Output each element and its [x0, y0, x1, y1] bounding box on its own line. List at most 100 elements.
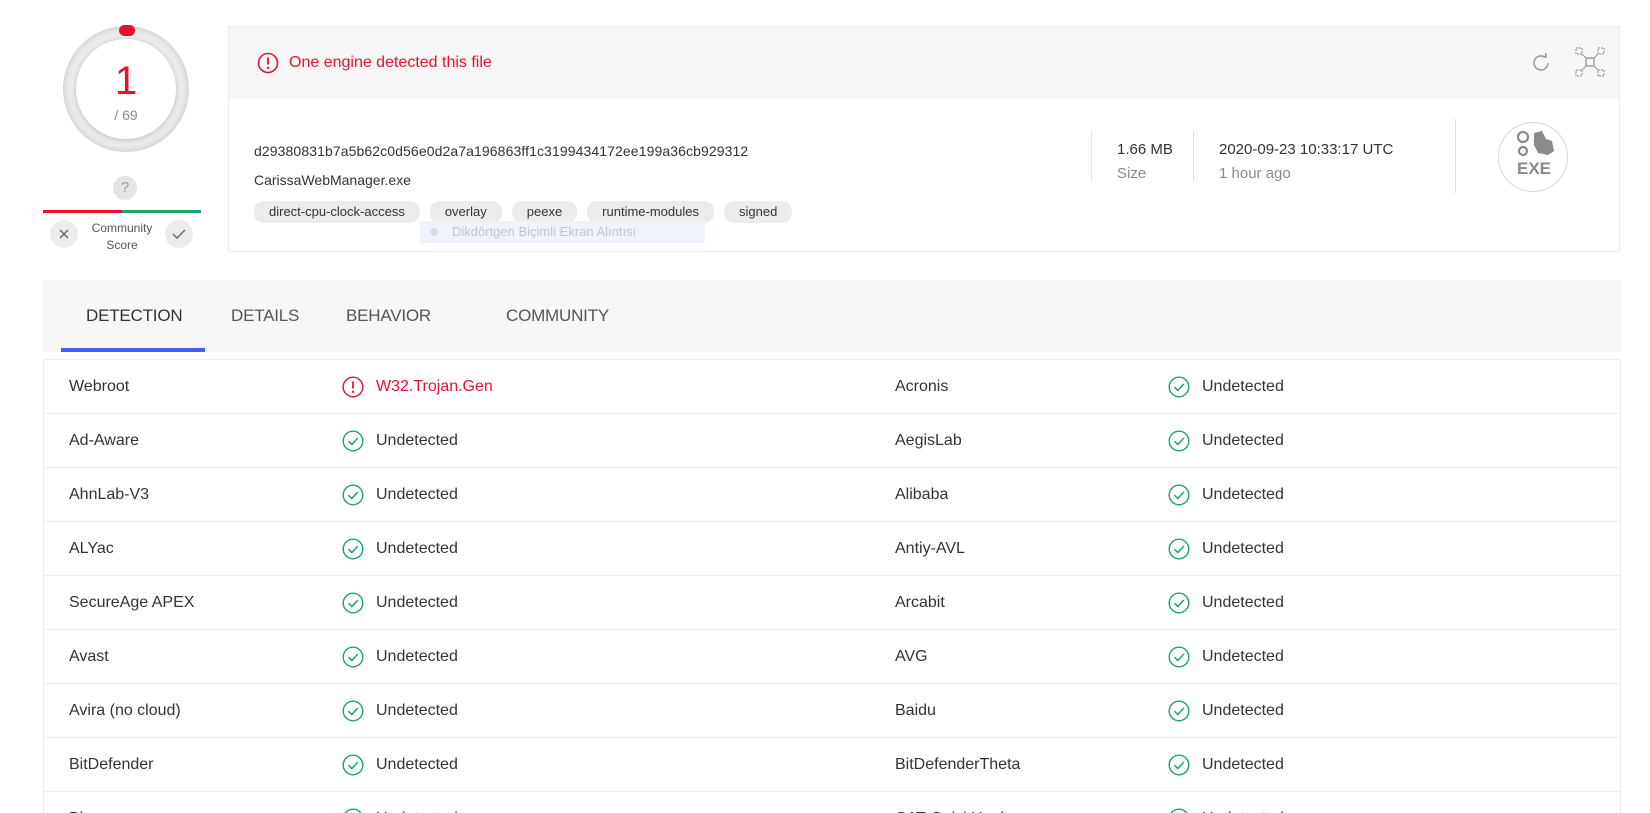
detection-result: Undetected — [342, 684, 458, 738]
detection-result: Undetected — [342, 576, 458, 630]
check-circle-icon — [342, 538, 364, 560]
report-tabs: DETECTION DETAILS BEHAVIOR COMMUNITY — [43, 280, 1621, 352]
tag-peexe[interactable]: peexe — [511, 201, 578, 223]
table-row: AhnLab-V3 Undetected Alibaba Undetected — [44, 468, 1620, 522]
file-name: CarissaWebManager.exe — [254, 172, 411, 188]
snipping-tool-ghost: Dikdörtgen Biçimli Ekran Alıntısı — [420, 221, 705, 243]
analysis-date: 2020-09-23 10:33:17 UTC — [1219, 141, 1394, 158]
detection-result: Undetected — [1168, 468, 1284, 522]
detection-result-text: W32.Trojan.Gen — [376, 378, 493, 395]
vote-harmless-button[interactable] — [165, 220, 193, 248]
engine-name: BitDefenderTheta — [895, 756, 1021, 773]
reanalyze-icon[interactable] — [1529, 51, 1553, 75]
table-row: Ad-Aware Undetected AegisLab Undetected — [44, 414, 1620, 468]
tag-signed[interactable]: signed — [724, 201, 793, 223]
file-hash[interactable]: d29380831b7a5b62c0d56e0d2a7a196863ff1c31… — [254, 143, 748, 159]
engine-name: Alibaba — [895, 486, 949, 503]
detection-result: W32.Trojan.Gen — [342, 360, 493, 414]
detection-result: Undetected — [1168, 414, 1284, 468]
check-circle-icon — [342, 484, 364, 506]
question-icon[interactable]: ? — [113, 176, 137, 200]
detection-result-text: Undetected — [1202, 702, 1284, 719]
engine-name: ALYac — [69, 540, 114, 557]
engine-name: AhnLab-V3 — [69, 486, 150, 503]
detection-result-text: Undetected — [1202, 378, 1284, 395]
graph-view-icon[interactable] — [1575, 47, 1605, 77]
detection-result: Undetected — [1168, 792, 1284, 813]
check-circle-icon — [342, 430, 364, 452]
detection-result-text: Undetected — [376, 702, 458, 719]
detection-result-text: Undetected — [1202, 792, 1284, 813]
tab-community[interactable]: COMMUNITY — [506, 280, 609, 352]
divider — [1455, 119, 1456, 193]
file-type-badge: EXE — [1498, 122, 1568, 192]
detection-score-widget: 1 / 69 ? Community Score — [40, 25, 210, 256]
check-circle-icon — [1168, 484, 1190, 506]
tab-details[interactable]: DETAILS — [231, 280, 299, 352]
engine-name: SecureAge APEX — [69, 594, 195, 611]
file-tags: direct-cpu-clock-access overlay peexe ru… — [254, 201, 793, 223]
detection-result-text: Undetected — [1202, 432, 1284, 449]
detection-result: Undetected — [1168, 684, 1284, 738]
tab-detection[interactable]: DETECTION — [86, 280, 183, 352]
score-circle: 1 / 69 — [76, 39, 176, 139]
table-row: Avira (no cloud) Undetected Baidu Undetecte… — [44, 684, 1620, 738]
detection-result: Undetected — [342, 630, 458, 684]
table-row: SecureAge APEX Undetected Arcabit Undetecte… — [44, 576, 1620, 630]
detection-result-text: Undetected — [1202, 540, 1284, 557]
detection-result: Undetected — [342, 738, 458, 792]
detection-result-text: Undetected — [1202, 648, 1284, 665]
detection-result: Undetected — [1168, 630, 1284, 684]
table-row: Avast Undetected AVG Undetected — [44, 630, 1620, 684]
active-tab-indicator — [61, 348, 205, 352]
check-circle-icon — [342, 700, 364, 722]
analysis-relative-time: 1 hour ago — [1219, 165, 1291, 182]
engine-name: Arcabit — [895, 594, 945, 611]
table-row: Bkav Undetected CAT-QuickHeal Undetected — [44, 792, 1620, 813]
engine-name: BitDefender — [69, 756, 154, 773]
detection-result: Undetected — [1168, 360, 1284, 414]
snipping-tool-ghost-text: Dikdörtgen Biçimli Ekran Alıntısı — [452, 224, 637, 239]
check-circle-icon — [1170, 808, 1188, 813]
engine-name: Acronis — [895, 378, 949, 395]
engine-total: / 69 — [114, 107, 138, 123]
tag-direct-cpu-clock-access[interactable]: direct-cpu-clock-access — [254, 201, 420, 223]
detection-result-text: Undetected — [376, 648, 458, 665]
engine-name: Webroot — [69, 378, 130, 395]
vote-harmful-button[interactable] — [50, 220, 78, 248]
tab-behavior[interactable]: BEHAVIOR — [346, 280, 431, 352]
detection-result: Undetected — [342, 414, 458, 468]
detection-alert-bar: One engine detected this file — [229, 27, 1619, 99]
detection-result: Undetected — [342, 468, 458, 522]
score-indicator-dot — [119, 25, 135, 36]
engine-name: Avira (no cloud) — [69, 702, 181, 719]
check-circle-icon — [1168, 646, 1190, 668]
check-circle-icon — [1168, 538, 1190, 560]
detection-result-text: Undetected — [1202, 594, 1284, 611]
community-score-label: Community Score — [91, 221, 153, 252]
tag-runtime-modules[interactable]: runtime-modules — [587, 201, 714, 223]
detection-result: Undetected — [1168, 738, 1284, 792]
detection-result: Undetected — [1168, 522, 1284, 576]
check-circle-icon — [1168, 592, 1190, 614]
tag-overlay[interactable]: overlay — [429, 201, 502, 223]
engine-name: Antiy-AVL — [895, 540, 965, 557]
detection-result-text: Undetected — [376, 486, 458, 503]
detection-count: 1 — [114, 59, 138, 103]
snip-dot-icon — [430, 228, 438, 236]
table-row: ALYac Undetected Antiy-AVL Undetected — [44, 522, 1620, 576]
check-circle-icon — [342, 646, 364, 668]
detection-result-text: Undetected — [376, 792, 458, 813]
divider — [1091, 131, 1092, 181]
detection-result-text: Undetected — [1202, 756, 1284, 773]
engine-name: Bkav — [69, 792, 105, 813]
file-type-label: EXE — [1516, 159, 1552, 178]
check-circle-icon — [344, 808, 362, 813]
file-size-label: Size — [1117, 165, 1147, 182]
engine-name: Ad-Aware — [69, 432, 139, 449]
check-icon — [172, 229, 186, 239]
engine-name: AegisLab — [895, 432, 962, 449]
detection-result-text: Undetected — [376, 756, 458, 773]
table-row: BitDefender Undetected BitDefenderTheta Und… — [44, 738, 1620, 792]
score-ring: 1 / 69 — [63, 25, 189, 152]
